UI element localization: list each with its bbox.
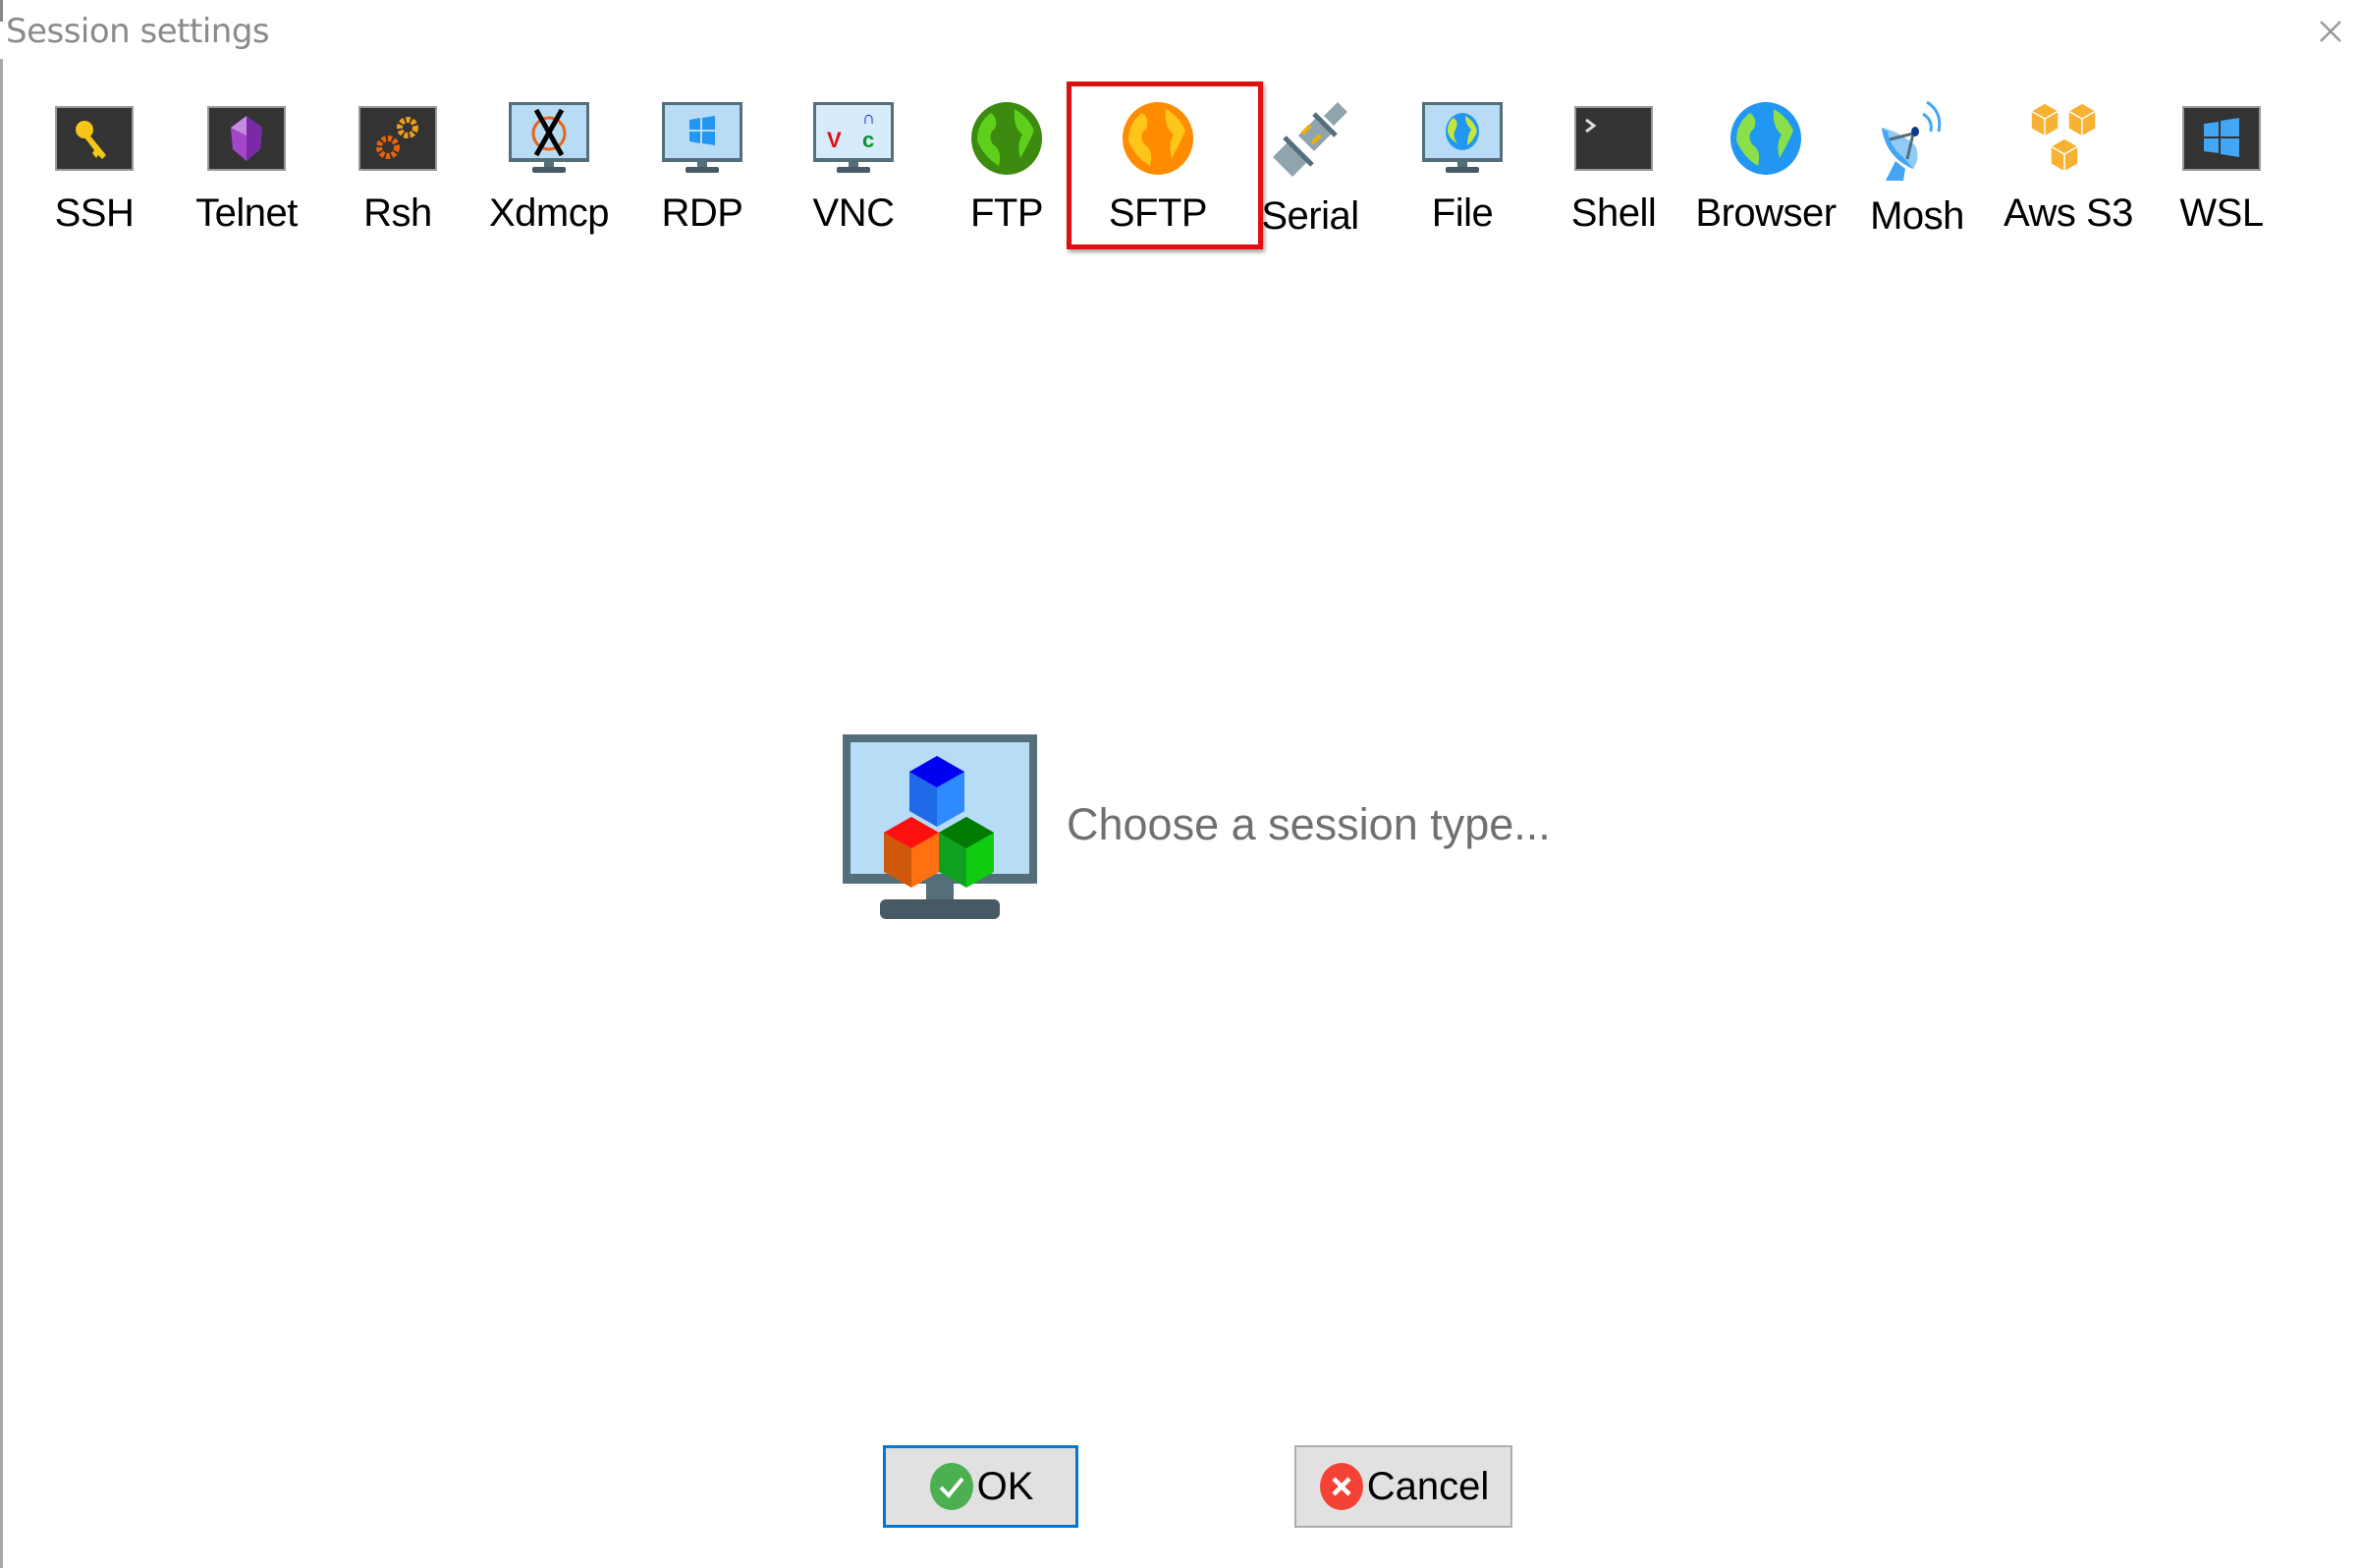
session-type-label: Serial — [1261, 194, 1359, 238]
session-type-ssh[interactable]: SSH — [21, 98, 168, 236]
windows-monitor-icon — [662, 101, 742, 173]
session-type-label: VNC — [812, 191, 895, 235]
session-type-label: Telnet — [195, 191, 298, 235]
ok-label: OK — [976, 1464, 1034, 1508]
session-type-rsh[interactable]: Rsh — [324, 98, 471, 236]
session-type-label: WSL — [2179, 191, 2264, 235]
gears-icon — [358, 105, 437, 171]
window-edge — [0, 59, 3, 1568]
ok-button[interactable]: OK — [883, 1445, 1078, 1528]
svg-text:∩: ∩ — [862, 108, 875, 128]
session-type-label: Rsh — [363, 191, 432, 235]
terminal-icon — [1574, 105, 1653, 171]
session-type-label: FTP — [969, 191, 1044, 235]
session-type-file[interactable]: File — [1389, 98, 1536, 236]
session-type-mosh[interactable]: Mosh — [1843, 98, 1991, 238]
session-type-label: RDP — [661, 191, 743, 235]
svg-text:c: c — [862, 128, 874, 152]
session-type-label: Browser — [1695, 191, 1837, 235]
session-type-xdmcp[interactable]: Xdmcp — [475, 98, 623, 236]
globe-monitor-icon — [1422, 101, 1503, 173]
session-type-vnc[interactable]: V ∩ c VNC — [780, 98, 927, 236]
session-type-label: Shell — [1570, 191, 1657, 235]
session-type-label: Xdmcp — [489, 191, 610, 235]
session-type-ftp[interactable]: FTP — [933, 98, 1080, 236]
session-type-label: Aws S3 — [2004, 191, 2133, 235]
session-type-shell[interactable]: Shell — [1540, 98, 1687, 236]
session-type-label: File — [1431, 191, 1494, 235]
boxes-icon — [2030, 101, 2097, 173]
selected-session-highlight — [1067, 81, 1263, 249]
x-circle-icon — [1319, 1463, 1363, 1510]
cancel-button[interactable]: Cancel — [1294, 1445, 1512, 1528]
green-globe-icon — [971, 101, 1042, 175]
cancel-label: Cancel — [1366, 1464, 1490, 1508]
session-type-toolbar: SSH Telnet Rsh Xdmcp RDP V ∩ c VNC FTP S… — [0, 0, 2361, 255]
session-type-label: SSH — [54, 191, 135, 235]
crystal-icon — [207, 105, 286, 171]
placeholder-illustration — [841, 732, 1039, 921]
session-type-label: Mosh — [1870, 194, 1964, 238]
windows-logo-icon — [2182, 105, 2261, 171]
session-type-wsl[interactable]: WSL — [2148, 98, 2295, 236]
key-icon — [55, 105, 134, 171]
check-circle-icon — [929, 1463, 973, 1510]
placeholder-text: Choose a session type... — [1067, 799, 1551, 849]
vnc-monitor-icon: V ∩ c — [813, 101, 894, 173]
satellite-dish-icon — [1882, 100, 1942, 181]
session-type-browser[interactable]: Browser — [1692, 98, 1839, 236]
svg-text:V: V — [827, 128, 842, 152]
plug-icon — [1273, 102, 1347, 177]
session-type-rdp[interactable]: RDP — [629, 98, 776, 236]
blue-globe-icon — [1730, 101, 1801, 175]
x-monitor-icon — [509, 101, 589, 173]
session-type-aws-s3[interactable]: Aws S3 — [1995, 98, 2142, 236]
session-type-telnet[interactable]: Telnet — [173, 98, 320, 236]
session-cubes-monitor-icon — [841, 732, 1039, 919]
